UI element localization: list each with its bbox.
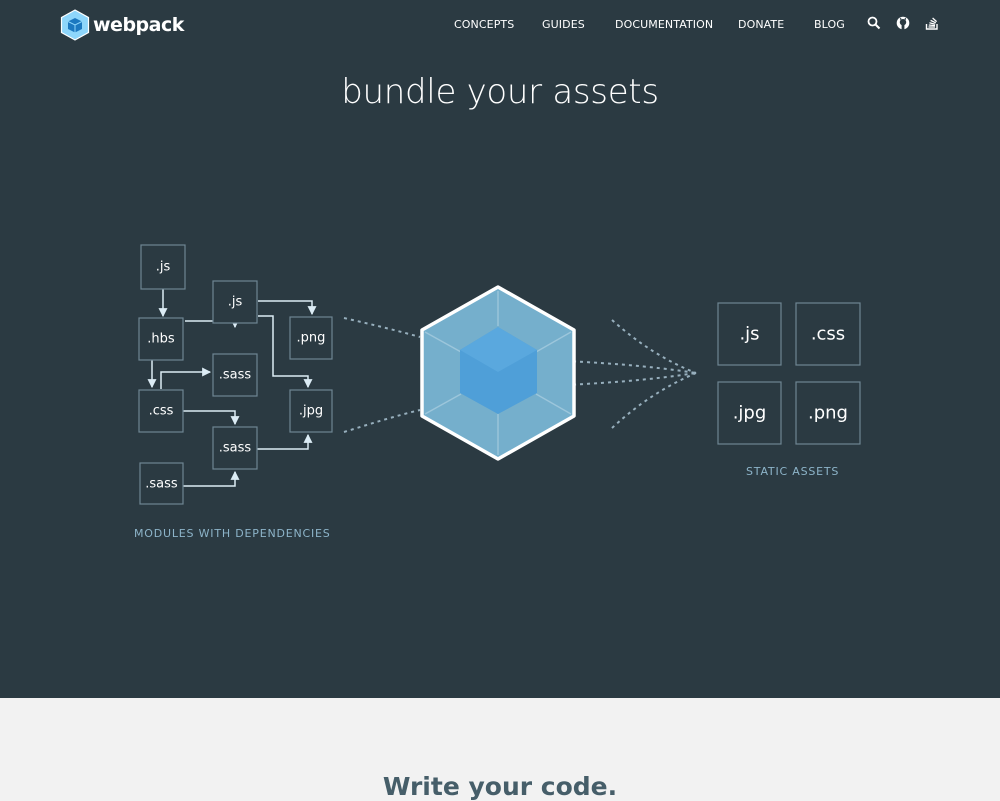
module-png: .png [289,316,333,360]
hero-section: webpack CONCEPTS GUIDES DOCUMENTATION DO… [0,0,1000,698]
module-sass-2-label: .sass [219,441,252,456]
module-js-2: .js [212,280,258,324]
module-js-1: .js [140,244,186,290]
asset-png: .png [795,381,861,445]
modules-caption: MODULES WITH DEPENDENCIES [134,527,331,540]
module-png-label: .png [297,331,326,346]
module-js-1-label: .js [156,260,171,275]
bundle-diagram: .js .js .hbs .png .sass .css .jpg .sass [138,244,861,505]
module-js-2-label: .js [228,295,243,310]
section-title: Write your code. [382,772,618,801]
asset-png-label: .png [808,403,848,424]
module-sass-1: .sass [212,353,258,397]
asset-css: .css [795,302,861,366]
module-sass-2: .sass [212,426,258,470]
module-jpg-label: .jpg [299,404,323,419]
module-sass-1-label: .sass [219,368,252,383]
module-hbs: .hbs [138,317,184,361]
module-sass-3: .sass [139,462,184,505]
asset-jpg-label: .jpg [733,403,767,424]
asset-jpg: .jpg [717,381,782,445]
module-jpg: .jpg [289,389,333,433]
assets-caption: STATIC ASSETS [746,465,840,478]
module-css: .css [138,389,184,433]
asset-js-label: .js [739,324,759,345]
module-sass-3-label: .sass [145,477,178,492]
webpack-cube-icon [420,285,576,461]
asset-js: .js [717,302,782,366]
module-css-label: .css [149,404,174,419]
asset-css-label: .css [811,324,845,345]
module-hbs-label: .hbs [147,332,175,347]
flow-lines-in [343,317,421,433]
